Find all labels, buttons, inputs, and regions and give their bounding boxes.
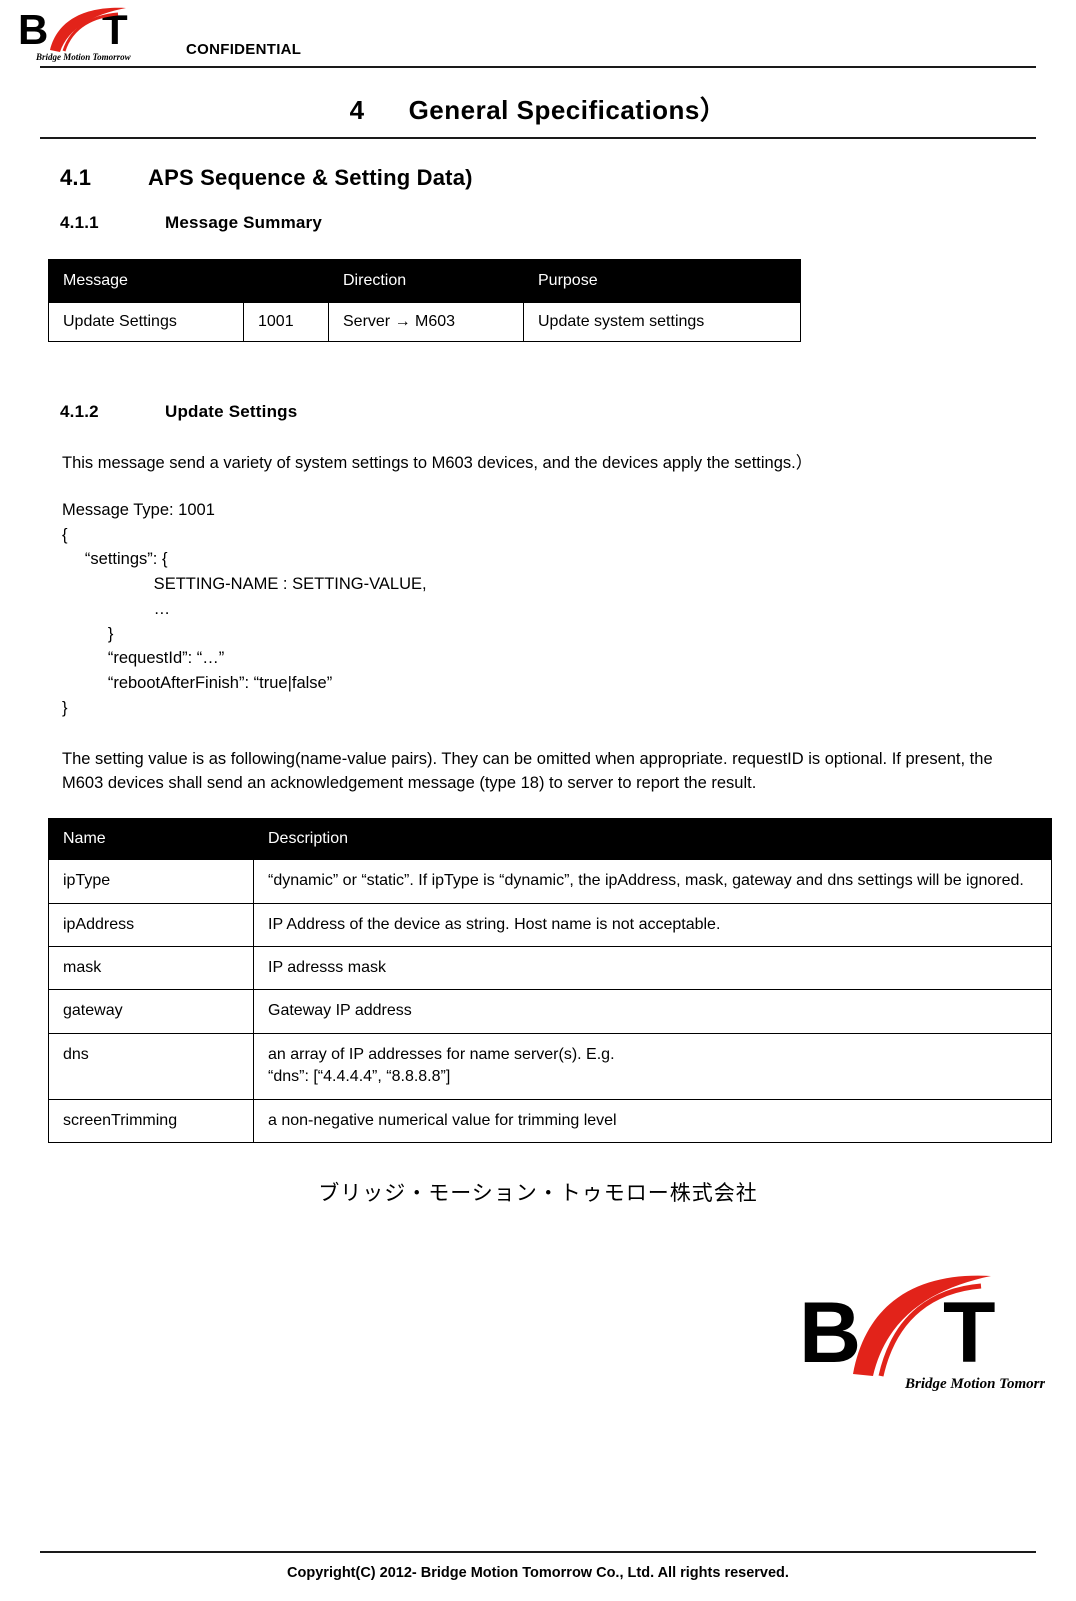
svg-text:Bridge Motion Tomorrow: Bridge Motion Tomorrow [904,1376,1045,1392]
heading-4-1: 4.1 APS Sequence & Setting Data) [60,165,1076,191]
table-row: ipAddress IP Address of the device as st… [48,902,1052,947]
page-header: B T Bridge Motion Tomorrow CONFIDENTIAL [0,0,1076,72]
confidential-label: CONFIDENTIAL [186,41,302,58]
cell-setting-description: an array of IP addresses for name server… [253,1032,1052,1100]
svg-text:B: B [18,6,48,53]
cell-setting-description: Gateway IP address [253,989,1052,1034]
column-header-message: Message [48,259,329,303]
table-row: screenTrimming a non-negative numerical … [48,1098,1052,1143]
intro-paragraph: This message send a variety of system se… [62,454,813,472]
svg-text:T: T [943,1285,996,1381]
table-row: mask IP adresss mask [48,945,1052,991]
cell-setting-description: IP Address of the device as string. Host… [253,902,1052,947]
heading-4-1-text: APS Sequence & Setting Data) [148,165,473,190]
heading-4-1-2: 4.1.2 Update Settings [60,402,1076,422]
cell-setting-name: gateway [48,989,254,1034]
table-row: ipType “dynamic” or “static”. If ipType … [48,859,1052,904]
header-divider [40,66,1036,68]
heading-4-1-2-text: Update Settings [165,402,298,421]
column-header-description: Description [253,818,1052,861]
table-row: Update Settings 1001 Server → M603 Updat… [48,302,801,342]
column-header-name: Name [48,818,254,861]
page-title: 4 General Specifications） [0,90,1076,127]
heading-4-1-2-number: 4.1.2 [60,402,99,421]
note-paragraph: The setting value is as following(name-v… [62,749,993,793]
cell-setting-description: a non-negative numerical value for trimm… [253,1098,1052,1143]
cell-setting-name: ipType [48,859,254,904]
cell-setting-name: dns [48,1032,254,1100]
heading-4-1-number: 4.1 [60,165,92,190]
company-name-jp: ブリッジ・モーション・トゥモロー株式会社 [318,1181,758,1205]
cell-setting-description: “dynamic” or “static”. If ipType is “dyn… [253,859,1052,904]
footer-divider [40,1551,1036,1553]
settings-table: Name Description ipType “dynamic” or “st… [48,818,1052,1143]
page-title-number: 4 [349,95,365,125]
cell-setting-name: mask [48,945,254,991]
cell-message-type: 1001 [243,302,329,342]
cell-setting-name: ipAddress [48,902,254,947]
table-row: dns an array of IP addresses for name se… [48,1032,1052,1100]
bmt-watermark-logo: B T Bridge Motion Tomorrow [799,1275,1045,1392]
cell-setting-name: screenTrimming [48,1098,254,1143]
page-title-text: General Specifications） [408,95,727,125]
table-row: gateway Gateway IP address [48,989,1052,1034]
svg-text:Bridge Motion Tomorrow: Bridge Motion Tomorrow [35,52,132,62]
message-format-code: Message Type: 1001 { “settings”: { SETTI… [62,500,427,717]
column-header-purpose: Purpose [523,259,801,303]
bmt-logo: B T Bridge Motion Tomorrow [18,6,132,62]
cell-message-name: Update Settings [48,302,244,342]
cell-setting-description: IP adresss mask [253,945,1052,991]
cell-purpose: Update system settings [523,302,801,342]
table-header-row: Name Description [48,818,1052,861]
table-header-row: Message Direction Purpose [48,259,801,303]
message-summary-table: Message Direction Purpose Update Setting… [48,259,801,342]
cell-direction: Server → M603 [328,302,524,342]
svg-text:B: B [799,1285,861,1381]
column-header-direction: Direction [328,259,524,303]
copyright-text: Copyright(C) 2012- Bridge Motion Tomorro… [287,1565,789,1581]
heading-4-1-1: 4.1.1 Message Summary [60,213,1076,233]
heading-4-1-1-number: 4.1.1 [60,213,99,232]
heading-4-1-1-text: Message Summary [165,213,323,232]
title-divider [40,137,1036,139]
